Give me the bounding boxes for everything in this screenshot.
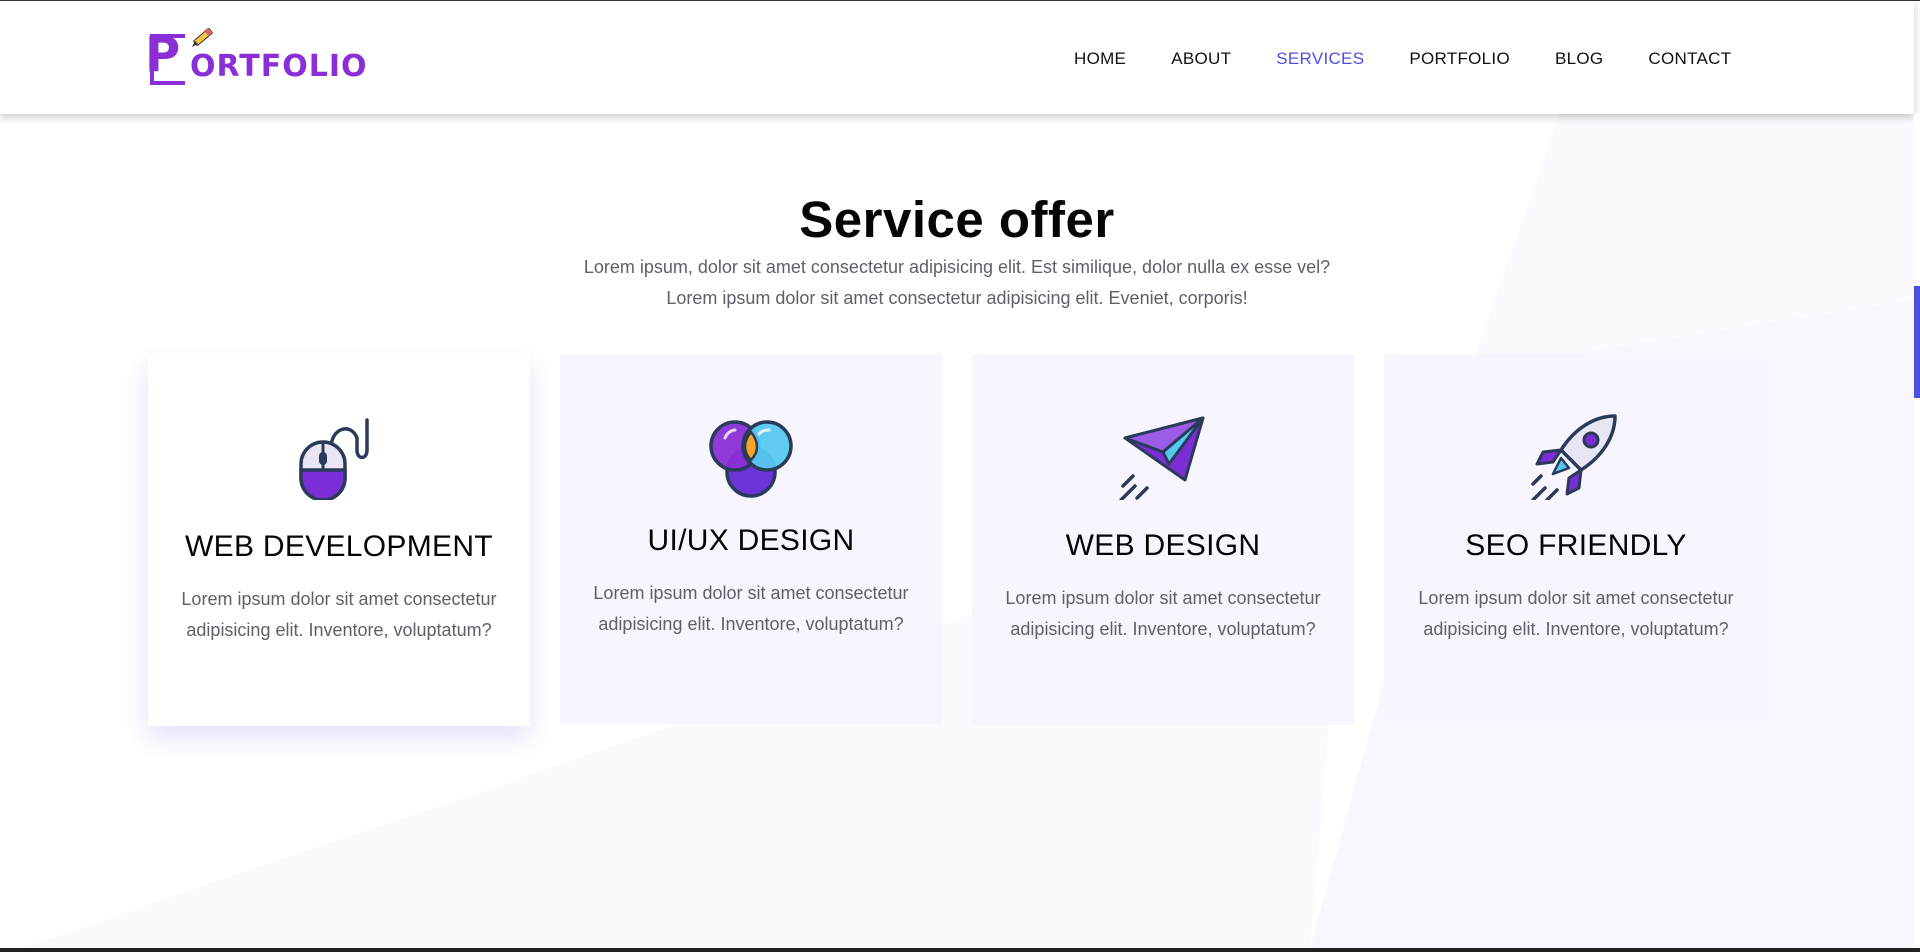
paper-plane-icon xyxy=(1119,416,1205,500)
section-title: Service offer xyxy=(799,191,1115,249)
card-text-line: Lorem ipsum dolor sit amet consectetur xyxy=(181,589,497,609)
card-text-line: Lorem ipsum dolor sit amet consectetur xyxy=(593,583,909,603)
nav-blog[interactable]: BLOG xyxy=(1555,49,1603,69)
logo-initial: P xyxy=(145,27,181,83)
card-text: Lorem ipsum dolor sit amet consectetur a… xyxy=(168,584,510,646)
service-card-seo-friendly[interactable]: SEO FRIENDLY Lorem ipsum dolor sit amet … xyxy=(1384,354,1768,725)
rocket-icon xyxy=(1531,414,1617,500)
scrollbar-thumb[interactable] xyxy=(1914,286,1920,398)
card-text-line: Lorem ipsum dolor sit amet consectetur xyxy=(1418,588,1734,608)
venn-icon xyxy=(709,420,793,498)
main-navigation: HOME ABOUT SERVICES PORTFOLIO BLOG CONTA… xyxy=(1074,49,1776,69)
card-text-line: adipisicing elit. Inventore, voluptatum? xyxy=(1423,619,1729,639)
nav-home[interactable]: HOME xyxy=(1074,49,1126,69)
nav-contact[interactable]: CONTACT xyxy=(1648,49,1731,69)
nav-about[interactable]: ABOUT xyxy=(1171,49,1231,69)
card-text-line: adipisicing elit. Inventore, voluptatum? xyxy=(598,614,904,634)
card-text-line: adipisicing elit. Inventore, voluptatum? xyxy=(186,620,492,640)
nav-portfolio[interactable]: PORTFOLIO xyxy=(1409,49,1510,69)
scrollbar-track[interactable] xyxy=(1914,114,1920,948)
section-description-line: Lorem ipsum, dolor sit amet consectetur … xyxy=(583,257,1331,277)
nav-services[interactable]: SERVICES xyxy=(1276,49,1364,69)
service-card-web-development[interactable]: WEB DEVELOPMENT Lorem ipsum dolor sit am… xyxy=(148,354,530,726)
pencil-icon xyxy=(192,28,213,47)
section-description: Lorem ipsum, dolor sit amet consectetur … xyxy=(557,252,1357,314)
service-card-uiux-design[interactable]: UI/UX DESIGN Lorem ipsum dolor sit amet … xyxy=(560,354,942,724)
site-header: P ORTFOLIO HOME ABOUT SERVICES PORTFOLIO… xyxy=(0,1,1914,114)
card-title: SEO FRIENDLY xyxy=(1465,529,1687,562)
card-title: UI/UX DESIGN xyxy=(647,524,855,557)
card-title: WEB DESIGN xyxy=(1065,529,1261,562)
section-description-line: Lorem ipsum dolor sit amet consectetur a… xyxy=(666,288,1248,308)
mouse-icon xyxy=(299,418,369,500)
window-top-edge xyxy=(0,0,1920,1)
card-text-line: Lorem ipsum dolor sit amet consectetur xyxy=(1005,588,1321,608)
card-text: Lorem ipsum dolor sit amet consectetur a… xyxy=(1404,583,1748,645)
card-text: Lorem ipsum dolor sit amet consectetur a… xyxy=(580,578,922,640)
logo-wordmark: ORTFOLIO xyxy=(190,49,368,84)
card-text: Lorem ipsum dolor sit amet consectetur a… xyxy=(992,583,1334,645)
site-logo[interactable]: P ORTFOLIO xyxy=(145,21,367,96)
service-card-web-design[interactable]: WEB DESIGN Lorem ipsum dolor sit amet co… xyxy=(972,354,1354,725)
card-title: WEB DEVELOPMENT xyxy=(185,530,493,563)
window-bottom-edge xyxy=(0,948,1920,952)
card-text-line: adipisicing elit. Inventore, voluptatum? xyxy=(1010,619,1316,639)
